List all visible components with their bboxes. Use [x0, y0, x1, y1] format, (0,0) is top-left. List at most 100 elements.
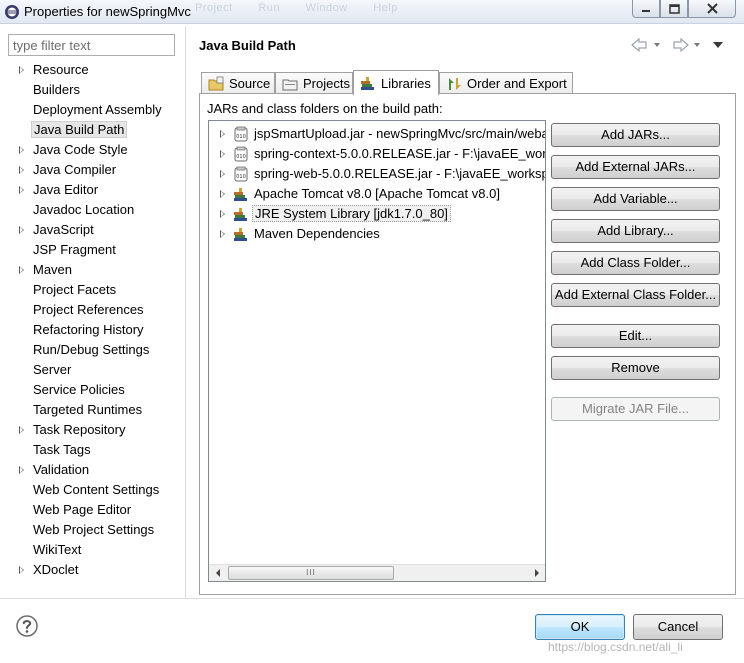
svg-text:010: 010: [236, 174, 246, 180]
nav-item-service-policies[interactable]: Service Policies: [8, 380, 185, 400]
nav-item-java-build-path[interactable]: Java Build Path: [8, 120, 185, 140]
tab-order-and-export[interactable]: Order and Export: [439, 72, 573, 94]
nav-item-refactoring-history[interactable]: Refactoring History: [8, 320, 185, 340]
nav-item-server[interactable]: Server: [8, 360, 185, 380]
nav-item-label: Run/Debug Settings: [33, 342, 150, 357]
back-menu-chevron-icon[interactable]: [654, 43, 660, 47]
nav-item-java-compiler[interactable]: Java Compiler: [8, 160, 185, 180]
library-entry-jspsmartupload[interactable]: 010 jspSmartUpload.jar - newSpringMvc/sr…: [209, 124, 545, 144]
nav-item-web-page-editor[interactable]: Web Page Editor: [8, 500, 185, 520]
add-variable-button[interactable]: Add Variable...: [551, 187, 720, 211]
library-entry-maven-dependencies[interactable]: Maven Dependencies: [209, 224, 545, 244]
nav-item-label: Maven: [33, 262, 73, 277]
ok-button[interactable]: OK: [535, 614, 625, 640]
help-icon[interactable]: [15, 614, 39, 638]
nav-item-java-code-style[interactable]: Java Code Style: [8, 140, 185, 160]
eclipse-app-icon: [5, 5, 19, 19]
history-navigation: [631, 37, 723, 53]
close-button[interactable]: [688, 0, 736, 18]
minimize-button[interactable]: [632, 0, 660, 18]
expand-arrow-icon[interactable]: [19, 146, 24, 154]
edit-button[interactable]: Edit...: [551, 324, 720, 348]
nav-item-java-editor[interactable]: Java Editor: [8, 180, 185, 200]
nav-item-validation[interactable]: Validation: [8, 460, 185, 480]
nav-item-project-facets[interactable]: Project Facets: [8, 280, 185, 300]
nav-item-wikitext[interactable]: WikiText: [8, 540, 185, 560]
expand-arrow-icon[interactable]: [19, 186, 24, 194]
nav-item-label: Service Policies: [33, 382, 125, 397]
sash-divider[interactable]: [185, 26, 186, 598]
nav-item-run-debug-settings[interactable]: Run/Debug Settings: [8, 340, 185, 360]
library-icon: [234, 188, 247, 201]
tab-bar: Source Projects Libraries Order and Expo…: [199, 70, 735, 95]
nav-item-label: Web Project Settings: [33, 522, 155, 537]
add-class-folder-button[interactable]: Add Class Folder...: [551, 251, 720, 275]
nav-item-javadoc-location[interactable]: Javadoc Location: [8, 200, 185, 220]
tab-source[interactable]: Source: [201, 72, 275, 94]
expand-arrow-icon[interactable]: [220, 230, 225, 238]
scroll-left-arrow-icon: [215, 569, 220, 577]
scroll-right-button[interactable]: [528, 565, 545, 581]
nav-item-web-project-settings[interactable]: Web Project Settings: [8, 520, 185, 540]
horizontal-scrollbar[interactable]: III: [209, 564, 545, 581]
jar-icon: 010: [234, 126, 248, 142]
expand-arrow-icon[interactable]: [19, 66, 24, 74]
expand-arrow-icon[interactable]: [220, 210, 225, 218]
expand-arrow-icon[interactable]: [220, 170, 225, 178]
nav-item-task-repository[interactable]: Task Repository: [8, 420, 185, 440]
maximize-icon: [668, 3, 680, 14]
forward-arrow-icon[interactable]: [673, 37, 689, 53]
expand-arrow-icon[interactable]: [19, 566, 24, 574]
expand-arrow-icon[interactable]: [19, 166, 24, 174]
nav-item-label: JSP Fragment: [33, 242, 116, 257]
nav-item-targeted-runtimes[interactable]: Targeted Runtimes: [8, 400, 185, 420]
expand-arrow-icon[interactable]: [19, 266, 24, 274]
add-external-class-folder-button[interactable]: Add External Class Folder...: [551, 283, 720, 307]
nav-item-builders[interactable]: Builders: [8, 80, 185, 100]
library-entry-spring-web[interactable]: 010 spring-web-5.0.0.RELEASE.jar - F:\ja…: [209, 164, 545, 184]
back-arrow-icon[interactable]: [631, 37, 647, 53]
expand-arrow-icon[interactable]: [19, 226, 24, 234]
add-jars-button[interactable]: Add JARs...: [551, 123, 720, 147]
nav-item-task-tags[interactable]: Task Tags: [8, 440, 185, 460]
background-menu-item: Window: [305, 2, 348, 14]
nav-item-deployment-assembly[interactable]: Deployment Assembly: [8, 100, 185, 120]
expand-arrow-icon[interactable]: [220, 190, 225, 198]
nav-item-xdoclet[interactable]: XDoclet: [8, 560, 185, 580]
nav-item-javascript[interactable]: JavaScript: [8, 220, 185, 240]
library-entry-apache-tomcat[interactable]: Apache Tomcat v8.0 [Apache Tomcat v8.0]: [209, 184, 545, 204]
scroll-left-button[interactable]: [209, 565, 226, 581]
add-library-button[interactable]: Add Library...: [551, 219, 720, 243]
expand-arrow-icon[interactable]: [220, 150, 225, 158]
window-title: Properties for newSpringMvc: [24, 4, 191, 19]
nav-item-label: XDoclet: [33, 562, 79, 577]
migrate-jar-button[interactable]: Migrate JAR File...: [551, 397, 720, 421]
page-title: Java Build Path: [199, 38, 296, 53]
expand-arrow-icon[interactable]: [19, 426, 24, 434]
tab-projects[interactable]: Projects: [275, 72, 353, 94]
cancel-button[interactable]: Cancel: [633, 614, 723, 640]
nav-item-web-content-settings[interactable]: Web Content Settings: [8, 480, 185, 500]
tab-libraries[interactable]: Libraries: [353, 70, 439, 95]
nav-item-label: JavaScript: [33, 222, 94, 237]
nav-item-project-references[interactable]: Project References: [8, 300, 185, 320]
expand-arrow-icon[interactable]: [220, 130, 225, 138]
nav-item-resource[interactable]: Resource: [8, 60, 185, 80]
forward-menu-chevron-icon[interactable]: [694, 43, 700, 47]
library-entry-spring-context[interactable]: 010 spring-context-5.0.0.RELEASE.jar - F…: [209, 144, 545, 164]
maximize-button[interactable]: [660, 0, 688, 18]
build-path-tree[interactable]: 010 jspSmartUpload.jar - newSpringMvc/sr…: [208, 120, 546, 582]
remove-button[interactable]: Remove: [551, 356, 720, 380]
nav-item-label: Deployment Assembly: [33, 102, 162, 117]
add-external-jars-button[interactable]: Add External JARs...: [551, 155, 720, 179]
nav-item-jsp-fragment[interactable]: JSP Fragment: [8, 240, 185, 260]
svg-text:010: 010: [236, 134, 246, 140]
library-entry-jre-system[interactable]: JRE System Library [jdk1.7.0_80]: [209, 204, 545, 224]
nav-item-maven[interactable]: Maven: [8, 260, 185, 280]
nav-item-label: Project Facets: [33, 282, 117, 297]
scrollbar-thumb[interactable]: III: [228, 566, 394, 580]
expand-arrow-icon[interactable]: [19, 466, 24, 474]
filter-input[interactable]: [8, 34, 175, 56]
svg-text:010: 010: [236, 154, 246, 160]
view-menu-icon[interactable]: [713, 42, 723, 48]
